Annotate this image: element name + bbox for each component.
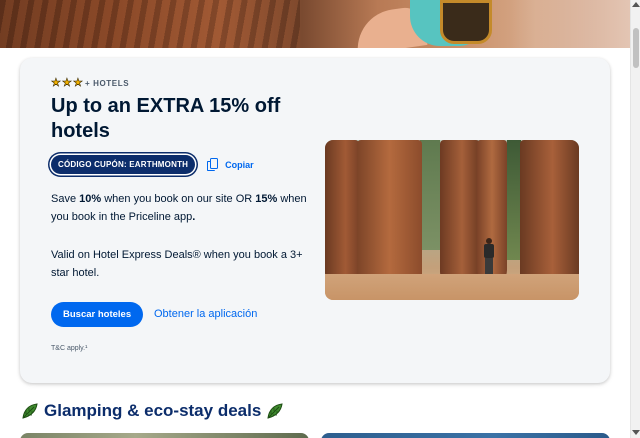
scroll-down-arrow-icon[interactable] xyxy=(632,430,640,435)
terms-note: T&C apply.¹ xyxy=(51,345,88,352)
get-app-link[interactable]: Obtener la aplicación xyxy=(154,308,257,320)
promo-validity: Valid on Hotel Express Deals® when you b… xyxy=(51,249,303,279)
photo-hiker xyxy=(483,238,495,274)
hotel-rating: ★ ★ ★ + HOTELS xyxy=(51,77,130,89)
leaf-icon xyxy=(20,401,40,421)
promo-description: Save 10% when you book on our site OR 15… xyxy=(51,190,311,226)
scroll-up-arrow-icon[interactable] xyxy=(632,2,640,7)
star-icon: ★ xyxy=(51,77,61,89)
photo-tree-trunk xyxy=(520,140,579,295)
section-heading: Glamping & eco-stay deals xyxy=(20,401,285,421)
rating-label: + HOTELS xyxy=(85,78,130,88)
desc-period: . xyxy=(192,211,196,223)
promo-title: Up to an EXTRA 15% off hotels xyxy=(51,95,281,142)
photo-foliage xyxy=(420,140,440,250)
star-icon: ★ xyxy=(73,77,83,89)
desc-text: when you book on our site OR xyxy=(101,193,256,205)
hero-rock-texture xyxy=(0,0,300,48)
hero-image xyxy=(0,0,630,48)
desc-app-percent: 15% xyxy=(255,193,278,205)
desc-text: Save xyxy=(51,193,80,205)
copy-coupon-button[interactable]: Copiar xyxy=(207,157,254,172)
desc-site-percent: 10% xyxy=(79,193,102,205)
scrollbar-thumb[interactable] xyxy=(633,28,639,68)
photo-foliage xyxy=(507,140,521,260)
photo-ground xyxy=(325,274,579,300)
coupon-row: CÓDIGO CUPÓN: EARTHMONTH Copiar xyxy=(51,155,254,174)
photo-tree-trunk xyxy=(440,140,480,290)
hero-light-fade xyxy=(510,0,630,48)
deal-card-image[interactable] xyxy=(321,433,610,438)
photo-tree-trunk xyxy=(325,140,359,290)
copy-label: Copiar xyxy=(225,159,254,170)
sequoia-forest-photo xyxy=(325,140,579,300)
search-hotels-button[interactable]: Buscar hoteles xyxy=(51,302,144,327)
page-scrollbar[interactable] xyxy=(630,0,640,438)
promo-card: ★ ★ ★ + HOTELS Up to an EXTRA 15% off ho… xyxy=(20,58,610,383)
coupon-code-badge: CÓDIGO CUPÓN: EARTHMONTH xyxy=(51,155,196,174)
leaf-icon xyxy=(265,401,285,421)
section-title: Glamping & eco-stay deals xyxy=(44,401,262,420)
deal-card-image[interactable] xyxy=(20,433,309,438)
star-icon: ★ xyxy=(62,77,72,89)
copy-icon xyxy=(207,157,219,172)
hero-backpack xyxy=(440,0,492,44)
